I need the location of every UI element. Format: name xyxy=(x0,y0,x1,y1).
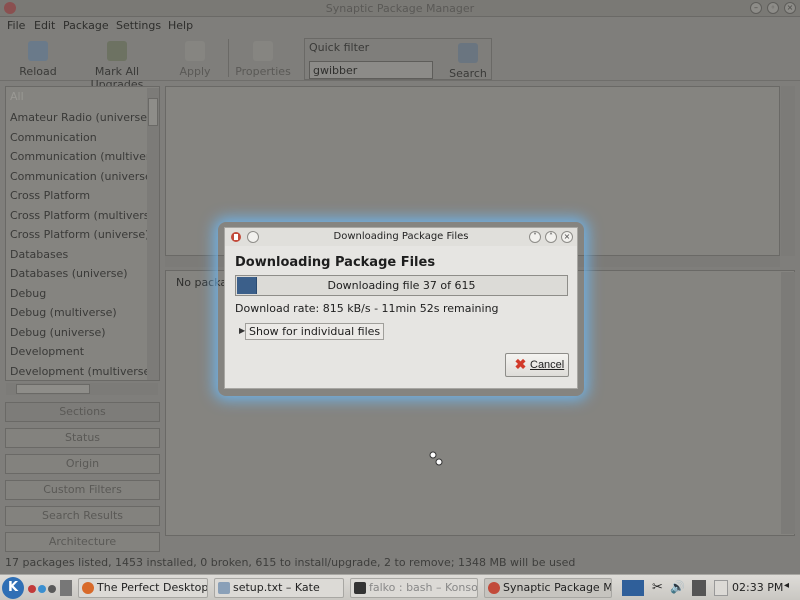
desktop-pager-icon[interactable] xyxy=(28,585,36,593)
maximize-button[interactable]: ◦ xyxy=(767,2,779,14)
search-icon xyxy=(458,43,478,63)
section-item[interactable]: Communication (universe) xyxy=(10,170,156,183)
architecture-button[interactable]: Architecture xyxy=(5,532,160,552)
taskbar-item-synaptic[interactable]: Synaptic Package Manag xyxy=(484,578,612,598)
menu-edit[interactable]: Edit xyxy=(34,19,55,32)
section-item[interactable]: Communication xyxy=(10,131,97,144)
volume-icon[interactable]: 🔊 xyxy=(670,580,686,596)
package-list-vscrollbar[interactable] xyxy=(781,86,795,256)
quick-filter-input[interactable] xyxy=(309,61,433,79)
statusbar: 17 packages listed, 1453 installed, 0 br… xyxy=(0,556,800,570)
toolbar-separator xyxy=(228,39,229,77)
network-icon[interactable] xyxy=(692,580,706,596)
section-item[interactable]: Communication (multiverse) xyxy=(10,150,159,163)
properties-button[interactable]: Properties xyxy=(234,35,292,81)
konsole-icon xyxy=(354,582,366,594)
download-progress-bar: Downloading file 37 of 615 xyxy=(235,275,568,296)
menu-help[interactable]: Help xyxy=(168,19,193,32)
section-item[interactable]: Debug xyxy=(10,287,46,300)
custom-filters-button[interactable]: Custom Filters xyxy=(5,480,160,500)
search-button[interactable]: Search xyxy=(447,39,489,81)
window-title: Synaptic Package Manager xyxy=(325,2,475,15)
properties-icon xyxy=(253,41,273,61)
status-text: 17 packages listed, 1453 installed, 0 br… xyxy=(5,556,576,569)
download-dialog: Downloading Package Files ˅ ˄ × Download… xyxy=(224,227,578,389)
section-list: All Amateur Radio (universe) Communicati… xyxy=(5,86,160,381)
show-desktop-icon[interactable] xyxy=(60,580,72,596)
checkmark-icon xyxy=(185,41,205,61)
menubar: File Edit Package Settings Help xyxy=(0,17,800,35)
reload-button[interactable]: Reload xyxy=(18,35,58,81)
expander-label: Show for individual files xyxy=(245,323,385,340)
taskbar-item-firefox[interactable]: The Perfect Desktop - X xyxy=(78,578,208,598)
clock-tray-icon xyxy=(714,580,728,596)
section-item[interactable]: Cross Platform (multiverse) xyxy=(10,209,159,222)
dialog-title: Downloading Package Files xyxy=(333,231,469,242)
desktop-pager-icon[interactable] xyxy=(48,585,56,593)
section-item[interactable]: Databases (universe) xyxy=(10,267,128,280)
cancel-button[interactable]: ✖ Cancel xyxy=(505,353,569,377)
minimize-button[interactable]: – xyxy=(750,2,762,14)
section-list-vscrollbar[interactable] xyxy=(147,88,159,380)
clock[interactable]: 02:33 PM xyxy=(732,581,783,594)
busy-cursor-icon xyxy=(429,451,443,466)
quick-filter-box: Quick filter Search xyxy=(304,38,492,80)
menu-settings[interactable]: Settings xyxy=(116,19,161,32)
synaptic-icon xyxy=(488,582,500,594)
menu-package[interactable]: Package xyxy=(63,19,109,32)
section-item[interactable]: Databases xyxy=(10,248,68,261)
section-item[interactable]: Cross Platform (universe) xyxy=(10,228,149,241)
section-item[interactable]: Development (multiverse) xyxy=(10,365,155,378)
section-item[interactable]: Debug (universe) xyxy=(10,326,106,339)
kde-menu-icon[interactable]: K xyxy=(2,577,24,599)
section-item[interactable]: Amateur Radio (universe) xyxy=(10,111,151,124)
progress-text: Downloading file 37 of 615 xyxy=(327,279,476,292)
origin-button[interactable]: Origin xyxy=(5,454,160,474)
search-results-button[interactable]: Search Results xyxy=(5,506,160,526)
section-item[interactable]: Debug (multiverse) xyxy=(10,306,117,319)
kate-icon xyxy=(218,582,230,594)
quick-filter-label: Quick filter xyxy=(309,41,370,54)
mark-upgrades-icon xyxy=(107,41,127,61)
desktop-pager-icon[interactable] xyxy=(38,585,46,593)
description-vscrollbar[interactable] xyxy=(781,272,795,534)
dialog-titlebar: Downloading Package Files ˅ ˄ × xyxy=(225,228,577,246)
download-rate-text: Download rate: 815 kB/s - 11min 52s rema… xyxy=(235,302,499,315)
mark-all-upgrades-button[interactable]: Mark All Upgrades xyxy=(68,35,166,91)
tray-expand-icon[interactable]: ◂ xyxy=(784,580,800,596)
taskbar: K The Perfect Desktop - X setup.txt – Ka… xyxy=(0,574,800,600)
scroll-thumb[interactable] xyxy=(16,384,90,394)
sections-button[interactable]: Sections xyxy=(5,402,160,422)
section-item[interactable]: Cross Platform xyxy=(10,189,90,202)
scroll-thumb[interactable] xyxy=(148,98,158,126)
cancel-icon: ✖ xyxy=(514,356,527,372)
apply-button[interactable]: Apply xyxy=(176,35,214,81)
section-item[interactable]: All xyxy=(10,90,24,103)
klipper-scissors-icon[interactable]: ✂ xyxy=(652,580,668,596)
firefox-icon xyxy=(82,582,94,594)
dialog-close-button[interactable]: × xyxy=(561,231,573,243)
taskbar-item-kate[interactable]: setup.txt – Kate xyxy=(214,578,344,598)
window-titlebar: Synaptic Package Manager – ◦ × xyxy=(0,0,800,17)
cancel-label: Cancel xyxy=(530,359,565,371)
screen-icon[interactable] xyxy=(622,580,644,596)
status-button[interactable]: Status xyxy=(5,428,160,448)
dialog-minimize-button[interactable]: ˅ xyxy=(529,231,541,243)
dialog-heading: Downloading Package Files xyxy=(235,255,436,270)
dialog-maximize-button[interactable]: ˄ xyxy=(545,231,557,243)
section-list-hscrollbar[interactable] xyxy=(6,383,158,395)
close-button[interactable]: × xyxy=(784,2,796,14)
menu-file[interactable]: File xyxy=(7,19,25,32)
section-item[interactable]: Development xyxy=(10,345,84,358)
taskbar-item-konsole[interactable]: falko : bash – Konsole xyxy=(350,578,478,598)
reload-icon xyxy=(28,41,48,61)
